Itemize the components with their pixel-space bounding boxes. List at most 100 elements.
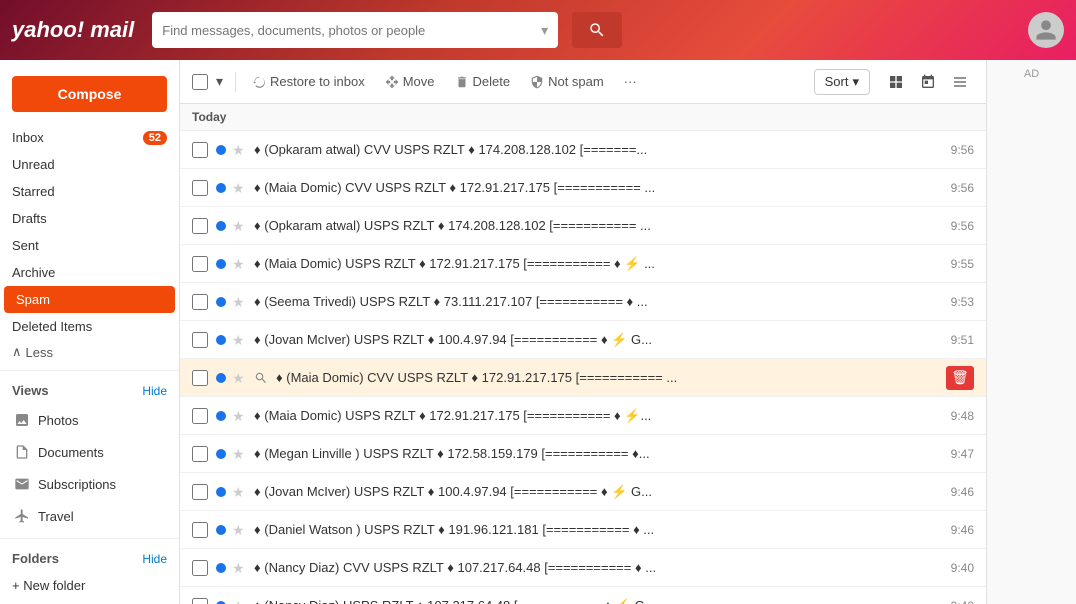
email-rows-container: ★ ♦ (Opkaram atwal) CVV USPS RZLT ♦ 174.… (180, 131, 986, 604)
email-row[interactable]: ★ ♦ (Megan Linville ) USPS RZLT ♦ 172.58… (180, 435, 986, 473)
email-subject: ♦ (Nancy Diaz) CVV USPS RZLT ♦ 107.217.6… (254, 560, 943, 575)
email-row[interactable]: ★ ♦ (Nancy Diaz) CVV USPS RZLT ♦ 107.217… (180, 549, 986, 587)
email-checkbox[interactable] (192, 370, 208, 386)
sidebar-item-subscriptions[interactable]: Subscriptions (0, 468, 179, 500)
email-row[interactable]: ★ ♦ (Maia Domic) CVV USPS RZLT ♦ 172.91.… (180, 169, 986, 207)
email-row[interactable]: ★ ♦ (Maia Domic) CVV USPS RZLT ♦ 172.91.… (180, 359, 986, 397)
email-checkbox[interactable] (192, 180, 208, 196)
sidebar-item-drafts[interactable]: Drafts (0, 205, 179, 232)
email-checkbox[interactable] (192, 522, 208, 538)
star-icon[interactable]: ★ (232, 294, 248, 310)
toolbar-divider (235, 72, 236, 92)
star-icon[interactable]: ★ (232, 560, 248, 576)
delete-button[interactable]: Delete (447, 70, 519, 93)
subscriptions-icon (12, 474, 32, 494)
star-icon[interactable]: ★ (232, 180, 248, 196)
avatar[interactable] (1028, 12, 1064, 48)
email-subject: ♦ (Opkaram atwal) USPS RZLT ♦ 174.208.12… (254, 218, 943, 233)
email-subject: ♦ (Jovan McIver) USPS RZLT ♦ 100.4.97.94… (254, 332, 943, 348)
more-button[interactable]: ··· (616, 70, 645, 93)
star-icon[interactable]: ★ (232, 370, 248, 386)
restore-icon (252, 75, 266, 89)
email-subject: ♦ (Opkaram atwal) CVV USPS RZLT ♦ 174.20… (254, 142, 943, 157)
star-icon[interactable]: ★ (232, 484, 248, 500)
email-row[interactable]: ★ ♦ (Maia Domic) USPS RZLT ♦ 172.91.217.… (180, 397, 986, 435)
email-row[interactable]: ★ ♦ (Jovan McIver) USPS RZLT ♦ 100.4.97.… (180, 473, 986, 511)
sort-chevron-icon: ▾ (852, 74, 859, 90)
photos-icon (12, 410, 32, 430)
new-folder-button[interactable]: + New folder (0, 572, 179, 599)
star-icon[interactable]: ★ (232, 446, 248, 462)
list-view-icon[interactable] (946, 68, 974, 96)
sidebar-divider-2 (0, 538, 179, 539)
folders-section-header: Folders Hide (0, 545, 179, 572)
email-row[interactable]: ★ ♦ (Jovan McIver) USPS RZLT ♦ 100.4.97.… (180, 321, 986, 359)
sidebar-item-documents[interactable]: Documents (0, 436, 179, 468)
sidebar-item-unread[interactable]: Unread (0, 151, 179, 178)
sort-button[interactable]: Sort ▾ (814, 69, 870, 95)
email-checkbox[interactable] (192, 598, 208, 604)
email-row[interactable]: ★ ♦ (Maia Domic) USPS RZLT ♦ 172.91.217.… (180, 245, 986, 283)
unread-dot (216, 145, 226, 155)
star-icon[interactable]: ★ (232, 522, 248, 538)
select-all-checkbox[interactable] (192, 74, 208, 90)
chevron-down-icon[interactable]: ▾ (541, 22, 548, 39)
email-row[interactable]: ★ ♦ (Nancy Diaz) USPS RZLT ♦ 107.217.64.… (180, 587, 986, 604)
email-time: 9:56 (951, 143, 974, 157)
email-checkbox[interactable] (192, 142, 208, 158)
views-section-header: Views Hide (0, 377, 179, 404)
star-icon[interactable]: ★ (232, 142, 248, 158)
inbox-badge: 52 (143, 131, 167, 145)
travel-icon (12, 506, 32, 526)
grid-view-icon[interactable] (882, 68, 910, 96)
email-checkbox[interactable] (192, 294, 208, 310)
delete-icon (455, 75, 469, 89)
move-button[interactable]: Move (377, 70, 443, 93)
less-toggle[interactable]: ∧ Less (0, 340, 179, 364)
email-row[interactable]: ★ ♦ (Seema Trivedi) USPS RZLT ♦ 73.111.2… (180, 283, 986, 321)
email-checkbox[interactable] (192, 560, 208, 576)
star-icon[interactable]: ★ (232, 332, 248, 348)
calendar-icon[interactable] (914, 68, 942, 96)
sidebar-item-travel[interactable]: Travel (0, 500, 179, 532)
email-row[interactable]: ★ ♦ (Opkaram atwal) CVV USPS RZLT ♦ 174.… (180, 131, 986, 169)
unread-dot (216, 487, 226, 497)
sidebar-item-deleted[interactable]: Deleted Items (0, 313, 179, 340)
email-checkbox[interactable] (192, 332, 208, 348)
email-checkbox[interactable] (192, 484, 208, 500)
email-time: 9:40 (951, 599, 974, 604)
email-checkbox[interactable] (192, 218, 208, 234)
move-icon (385, 75, 399, 89)
sidebar-item-archive[interactable]: Archive (0, 259, 179, 286)
email-checkbox[interactable] (192, 446, 208, 462)
sidebar-item-starred[interactable]: Starred (0, 178, 179, 205)
restore-button[interactable]: Restore to inbox (244, 70, 373, 93)
folders-hide-button[interactable]: Hide (142, 552, 167, 566)
star-icon[interactable]: ★ (232, 218, 248, 234)
not-spam-button[interactable]: Not spam (522, 70, 612, 93)
search-button[interactable] (572, 12, 622, 48)
user-icon (1034, 18, 1058, 42)
email-checkbox[interactable] (192, 256, 208, 272)
sidebar-item-inbox[interactable]: Inbox 52 (0, 124, 179, 151)
email-delete-button[interactable]: 🗑 (946, 366, 974, 390)
search-input[interactable] (162, 23, 535, 38)
select-chevron[interactable]: ▾ (212, 69, 227, 94)
star-icon[interactable]: ★ (232, 598, 248, 604)
star-icon[interactable]: ★ (232, 408, 248, 424)
email-subject: ♦ (Maia Domic) USPS RZLT ♦ 172.91.217.17… (254, 256, 943, 272)
email-checkbox[interactable] (192, 408, 208, 424)
compose-button[interactable]: Compose (12, 76, 167, 112)
unread-dot (216, 183, 226, 193)
email-row[interactable]: ★ ♦ (Daniel Watson ) USPS RZLT ♦ 191.96.… (180, 511, 986, 549)
right-panel: AD (986, 60, 1076, 604)
unread-dot (216, 525, 226, 535)
unread-dot (216, 259, 226, 269)
star-icon[interactable]: ★ (232, 256, 248, 272)
unread-dot (216, 411, 226, 421)
sidebar-item-sent[interactable]: Sent (0, 232, 179, 259)
sidebar-item-photos[interactable]: Photos (0, 404, 179, 436)
sidebar-item-spam[interactable]: Spam (4, 286, 175, 313)
views-hide-button[interactable]: Hide (142, 384, 167, 398)
email-row[interactable]: ★ ♦ (Opkaram atwal) USPS RZLT ♦ 174.208.… (180, 207, 986, 245)
